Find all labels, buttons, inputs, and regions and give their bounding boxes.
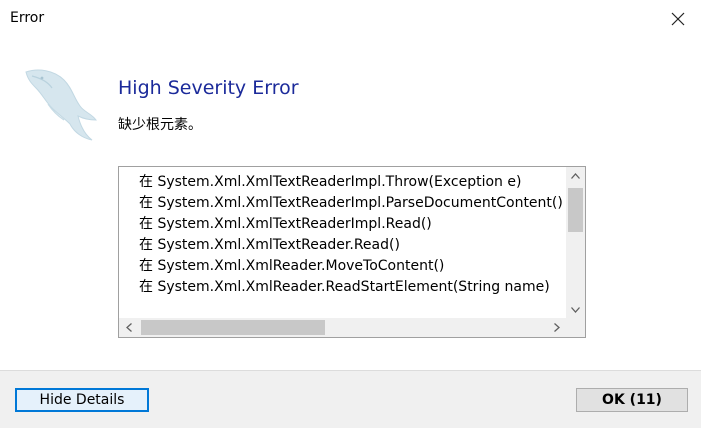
error-heading: High Severity Error — [118, 77, 299, 99]
button-bar: Hide Details OK (11) — [0, 370, 701, 428]
hide-details-button[interactable]: Hide Details — [15, 388, 149, 412]
stack-trace-line: 在 System.Xml.XmlTextReaderImpl.Throw(Exc… — [139, 174, 522, 190]
close-button[interactable] — [655, 0, 701, 38]
window-title: Error — [10, 10, 45, 26]
details-textbox[interactable]: 在 System.Xml.XmlTextReaderImpl.Throw(Exc… — [118, 166, 586, 338]
stack-trace-line: 在 System.Xml.XmlReader.MoveToContent() — [139, 258, 445, 274]
scroll-down-icon[interactable] — [566, 301, 585, 318]
stack-trace-line: 在 System.Xml.XmlReader.ReadStartElement(… — [139, 279, 550, 295]
scroll-right-icon[interactable] — [547, 318, 566, 337]
stack-trace-line: 在 System.Xml.XmlTextReaderImpl.Read() — [139, 216, 432, 232]
close-icon — [671, 12, 685, 26]
scroll-left-icon[interactable] — [119, 318, 138, 337]
title-bar: Error — [0, 0, 701, 38]
ok-button[interactable]: OK (11) — [576, 388, 688, 412]
scrollbar-corner — [566, 318, 585, 337]
scroll-up-icon[interactable] — [566, 167, 585, 184]
vertical-scroll-thumb[interactable] — [568, 188, 583, 232]
vertical-scrollbar[interactable] — [566, 167, 585, 318]
horizontal-scrollbar[interactable] — [119, 318, 566, 337]
mysql-dolphin-icon — [25, 69, 97, 141]
horizontal-scroll-thumb[interactable] — [141, 320, 325, 335]
error-message: 缺少根元素。 — [118, 117, 202, 133]
stack-trace-line: 在 System.Xml.XmlTextReaderImpl.ParseDocu… — [139, 195, 563, 211]
stack-trace: 在 System.Xml.XmlTextReaderImpl.Throw(Exc… — [119, 167, 566, 318]
stack-trace-line: 在 System.Xml.XmlTextReader.Read() — [139, 237, 400, 253]
